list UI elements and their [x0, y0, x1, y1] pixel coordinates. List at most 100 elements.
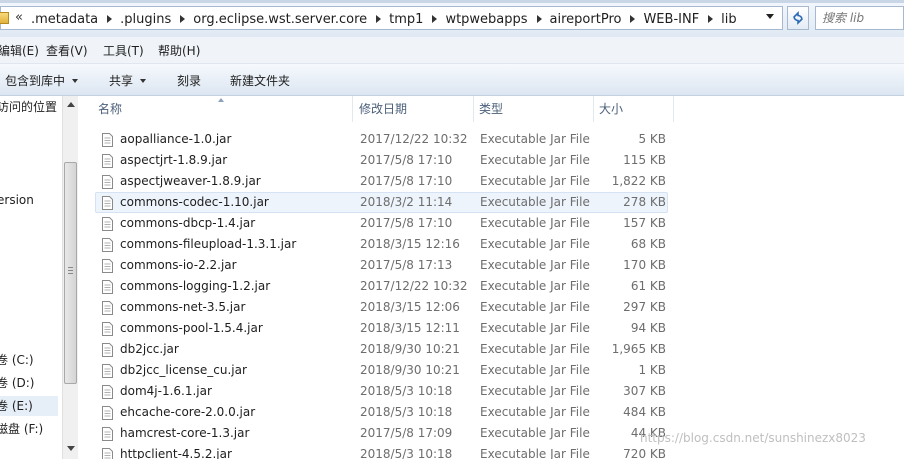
- share-label: 共享: [109, 74, 134, 88]
- search-field[interactable]: [815, 6, 904, 30]
- file-name: commons-fileupload-1.3.1.jar: [120, 237, 297, 251]
- file-type: Executable Jar File: [480, 132, 590, 146]
- scroll-up-icon[interactable]: [67, 102, 75, 107]
- jar-file-icon: [102, 406, 113, 420]
- column-name[interactable]: 名称: [93, 96, 353, 122]
- file-size: 1 KB: [638, 363, 666, 377]
- file-name: ehcache-core-2.0.0.jar: [120, 405, 256, 419]
- file-size: 61 KB: [630, 279, 666, 293]
- include-in-library-label: 包含到库中: [5, 74, 66, 88]
- file-type: Executable Jar File: [480, 405, 590, 419]
- file-row[interactable]: db2jcc.jar 2018/9/30 10:21 Executable Jar …: [95, 339, 668, 360]
- file-type: Executable Jar File: [480, 342, 590, 356]
- file-row[interactable]: commons-net-3.5.jar 2018/3/15 12:06 Execut…: [95, 297, 668, 318]
- file-size: 5 KB: [638, 132, 666, 146]
- watermark: https://blog.csdn.net/sunshinezx8023: [640, 431, 866, 445]
- file-date: 2017/5/8 17:10: [360, 174, 453, 188]
- column-date[interactable]: 修改日期: [354, 96, 474, 122]
- file-name: commons-net-3.5.jar: [120, 300, 246, 314]
- file-row[interactable]: ehcache-core-2.0.0.jar 2018/5/3 10:18 Exec…: [95, 402, 668, 423]
- file-date: 2017/5/8 17:13: [360, 258, 453, 272]
- column-size[interactable]: 大小: [594, 96, 674, 122]
- file-type: Executable Jar File: [480, 153, 590, 167]
- nav-item-version[interactable]: ersion: [0, 190, 59, 210]
- file-row[interactable]: httpclient-4.5.2.jar 2018/5/3 10:18 Execut…: [95, 444, 668, 459]
- file-type: Executable Jar File: [480, 174, 590, 188]
- column-type[interactable]: 类型: [474, 96, 594, 122]
- jar-file-icon: [102, 301, 113, 315]
- breadcrumb-item[interactable]: org.eclipse.wst.server.core: [193, 12, 367, 27]
- include-in-library-button[interactable]: 包含到库中: [5, 72, 79, 89]
- file-date: 2018/9/30 10:21: [360, 363, 460, 377]
- file-size: 94 KB: [630, 321, 666, 335]
- file-row[interactable]: commons-io-2.2.jar 2017/5/8 17:13 Executab…: [95, 255, 668, 276]
- refresh-button[interactable]: [787, 6, 809, 30]
- breadcrumb-separator-icon[interactable]: [376, 15, 382, 23]
- nav-scrollbar[interactable]: [62, 96, 78, 459]
- breadcrumb-item[interactable]: lib: [721, 12, 736, 27]
- file-name: commons-logging-1.2.jar: [120, 279, 271, 293]
- file-date: 2018/9/30 10:21: [360, 342, 460, 356]
- nav-item-drive-d[interactable]: 卷 (D:): [0, 373, 58, 393]
- file-name: hamcrest-core-1.3.jar: [120, 426, 250, 440]
- file-type: Executable Jar File: [480, 279, 590, 293]
- file-row[interactable]: aopalliance-1.0.jar 2017/12/22 10:32 Execu…: [95, 129, 668, 150]
- breadcrumb-item[interactable]: .metadata: [31, 12, 98, 27]
- breadcrumb-item[interactable]: aireportPro: [550, 12, 622, 27]
- breadcrumb-item[interactable]: wtpwebapps: [445, 12, 527, 27]
- breadcrumb-item[interactable]: .plugins: [120, 12, 171, 27]
- file-row[interactable]: db2jcc_license_cu.jar 2018/9/30 10:21 Exec…: [95, 360, 668, 381]
- file-date: 2018/5/3 10:18: [360, 384, 453, 398]
- menu-edit[interactable]: 编辑(E): [0, 42, 39, 59]
- nav-item-drive-c[interactable]: 卷 (C:): [0, 350, 58, 370]
- folder-icon: [0, 12, 9, 24]
- address-field[interactable]: « .metadata .plugins org.eclipse.wst.serve…: [0, 6, 783, 30]
- burn-button[interactable]: 刻录: [177, 72, 201, 89]
- file-name: db2jcc.jar: [120, 342, 179, 356]
- file-row[interactable]: commons-pool-1.5.4.jar 2018/3/15 12:11 Exe…: [95, 318, 668, 339]
- file-date: 2018/5/3 10:18: [360, 405, 453, 419]
- nav-item-drive-e[interactable]: 卷 (E:): [0, 396, 58, 416]
- file-date: 2017/5/8 17:10: [360, 153, 453, 167]
- menu-view[interactable]: 查看(V): [46, 42, 88, 59]
- file-row[interactable]: dom4j-1.6.1.jar 2018/5/3 10:18 Executable …: [95, 381, 668, 402]
- file-row[interactable]: commons-logging-1.2.jar 2017/12/22 10:32 E…: [95, 276, 668, 297]
- search-input[interactable]: [822, 9, 900, 27]
- share-button[interactable]: 共享: [109, 72, 147, 89]
- scroll-down-icon[interactable]: [67, 446, 75, 451]
- overflow-chevron[interactable]: «: [15, 10, 23, 25]
- file-row[interactable]: commons-dbcp-1.4.jar 2017/5/8 17:10 Execut…: [95, 213, 668, 234]
- file-row[interactable]: commons-fileupload-1.3.1.jar 2018/3/15 12…: [95, 234, 668, 255]
- breadcrumb-item[interactable]: WEB-INF: [643, 12, 699, 27]
- file-size: 68 KB: [630, 237, 666, 251]
- file-date: 2018/3/15 12:06: [360, 300, 460, 314]
- file-type: Executable Jar File: [480, 195, 590, 209]
- breadcrumb-separator-icon[interactable]: [107, 15, 113, 23]
- file-size: 307 KB: [623, 384, 666, 398]
- breadcrumb-separator-icon[interactable]: [708, 15, 714, 23]
- file-list: 名称 修改日期 类型 大小 aopalliance-1.0.jar 2017/12…: [78, 96, 904, 459]
- file-name: dom4j-1.6.1.jar: [120, 384, 212, 398]
- file-type: Executable Jar File: [480, 300, 590, 314]
- breadcrumb-item[interactable]: tmp1: [389, 12, 423, 27]
- nav-item-recent-places[interactable]: 访问的位置: [0, 97, 59, 117]
- file-name: commons-io-2.2.jar: [120, 258, 237, 272]
- file-row[interactable]: aspectjrt-1.8.9.jar 2017/5/8 17:10 Executa…: [95, 150, 668, 171]
- file-type: Executable Jar File: [480, 426, 590, 440]
- scrollbar-thumb[interactable]: [64, 162, 77, 384]
- menu-tools[interactable]: 工具(T): [103, 42, 144, 59]
- file-row[interactable]: aspectjweaver-1.8.9.jar 2017/5/8 17:10 Exe…: [95, 171, 668, 192]
- breadcrumb-separator-icon[interactable]: [536, 15, 542, 23]
- new-folder-button[interactable]: 新建文件夹: [230, 72, 290, 89]
- menu-help[interactable]: 帮助(H): [158, 42, 200, 59]
- file-name: aopalliance-1.0.jar: [120, 132, 232, 146]
- file-row[interactable]: commons-codec-1.10.jar 2018/3/2 11:14 Exec…: [95, 192, 668, 213]
- file-type: Executable Jar File: [480, 321, 590, 335]
- address-dropdown-icon[interactable]: [766, 14, 774, 19]
- breadcrumb-separator-icon[interactable]: [432, 15, 438, 23]
- file-type: Executable Jar File: [480, 258, 590, 272]
- file-row[interactable]: hamcrest-core-1.3.jar 2017/5/8 17:09 Execu…: [95, 423, 668, 444]
- breadcrumb-separator-icon[interactable]: [180, 15, 186, 23]
- nav-item-drive-f[interactable]: 磁盘 (F:): [0, 419, 58, 439]
- breadcrumb-separator-icon[interactable]: [630, 15, 636, 23]
